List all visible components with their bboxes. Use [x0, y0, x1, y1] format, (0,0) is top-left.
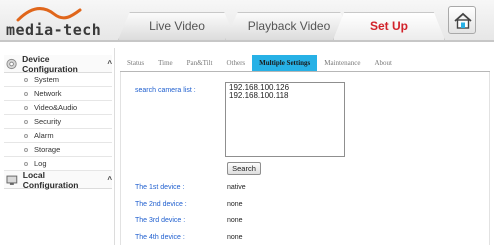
search-camera-list-label: search camera list : — [135, 87, 196, 94]
home-button[interactable] — [448, 6, 476, 34]
bullet-icon — [24, 162, 28, 166]
camera-list-item[interactable]: 192.168.100.118 — [229, 92, 341, 100]
settings-tabbar: Status Time Pan&Tilt Others Multiple Set… — [120, 55, 399, 72]
top-header: media-tech Live Video Playback Video Set… — [0, 0, 494, 42]
tab-maintenance[interactable]: Maintenance — [317, 55, 367, 72]
device-config-icon — [6, 58, 17, 69]
sidebar-item-log[interactable]: Log — [4, 157, 112, 171]
bullet-icon — [24, 106, 28, 110]
nav-set-up[interactable]: Set Up — [333, 12, 445, 40]
device-configuration-group[interactable]: Device Configuration ^ — [4, 54, 112, 74]
device-1-label: The 1st device : — [135, 184, 185, 191]
search-button[interactable]: Search — [227, 162, 261, 175]
sidebar-item-storage[interactable]: Storage — [4, 143, 112, 157]
header-divider — [0, 40, 494, 42]
local-configuration-group[interactable]: Local Configuration ^ — [4, 170, 112, 190]
home-icon — [454, 12, 472, 29]
tab-status[interactable]: Status — [120, 55, 151, 72]
brand-logo: media-tech — [6, 4, 106, 40]
tab-time[interactable]: Time — [151, 55, 180, 72]
device-4-label: The 4th device : — [135, 234, 185, 241]
bullet-icon — [24, 148, 28, 152]
bullet-icon — [24, 78, 28, 82]
tab-others[interactable]: Others — [219, 55, 252, 72]
bullet-icon — [24, 92, 28, 96]
nav-live-video[interactable]: Live Video — [118, 12, 236, 40]
sidebar-item-video-audio[interactable]: Video&Audio — [4, 101, 112, 115]
tab-multiple-settings[interactable]: Multiple Settings — [252, 55, 318, 72]
bullet-icon — [24, 134, 28, 138]
bullet-icon — [24, 120, 28, 124]
sidebar: Device Configuration ^ System Network Vi… — [4, 54, 112, 190]
logo-text: media-tech — [6, 21, 102, 39]
device-2-value: none — [227, 201, 243, 208]
device-3-label: The 3rd device : — [135, 217, 186, 224]
device-3-value: none — [227, 217, 243, 224]
device-4-value: none — [227, 234, 243, 241]
camera-list-box[interactable]: 192.168.100.126 192.168.100.118 — [225, 82, 345, 157]
collapse-caret-icon[interactable]: ^ — [107, 175, 112, 184]
device-2-label: The 2nd device : — [135, 201, 187, 208]
sidebar-item-alarm[interactable]: Alarm — [4, 129, 112, 143]
sidebar-item-security[interactable]: Security — [4, 115, 112, 129]
sidebar-item-network[interactable]: Network — [4, 87, 112, 101]
device-1-value: native — [227, 184, 246, 191]
tab-about[interactable]: About — [367, 55, 399, 72]
sidebar-divider — [114, 48, 115, 245]
logo-swoosh-icon — [16, 7, 82, 22]
tab-pan-tilt[interactable]: Pan&Tilt — [180, 55, 220, 72]
local-config-icon — [6, 175, 18, 185]
collapse-caret-icon[interactable]: ^ — [107, 59, 112, 68]
sidebar-item-system[interactable]: System — [4, 73, 112, 87]
